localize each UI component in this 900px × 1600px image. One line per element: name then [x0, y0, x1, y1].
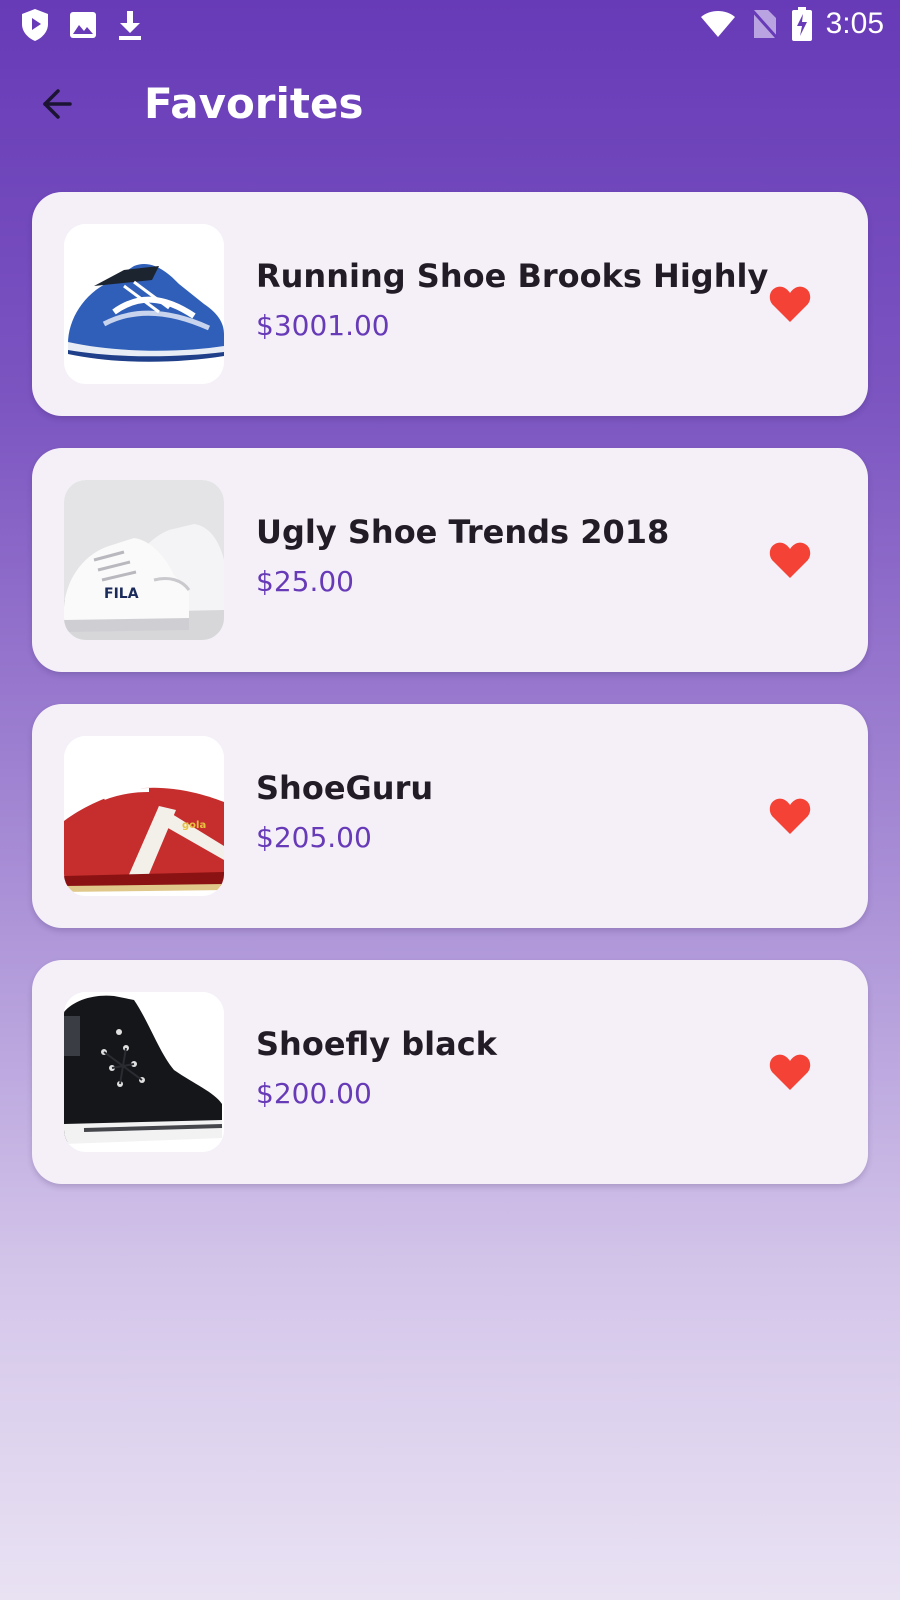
product-name: Running Shoe Brooks Highly: [256, 257, 769, 295]
heart-icon: [769, 541, 811, 579]
favorite-card[interactable]: gola ShoeGuru $205.00: [32, 704, 868, 928]
favorite-button[interactable]: [762, 532, 818, 588]
product-name: Ugly Shoe Trends 2018: [256, 513, 670, 551]
product-price: $205.00: [256, 821, 372, 854]
product-name: Shoefly black: [256, 1025, 497, 1063]
heart-icon: [769, 797, 811, 835]
download-icon: [116, 9, 144, 41]
product-name: ShoeGuru: [256, 769, 434, 807]
page-title: Favorites: [144, 79, 364, 128]
favorite-card[interactable]: Shoefly black $200.00: [32, 960, 868, 1184]
svg-text:gola: gola: [182, 820, 206, 831]
product-price: $25.00: [256, 565, 354, 598]
battery-charging-icon: [791, 7, 812, 41]
status-left-icons: [20, 8, 144, 42]
heart-icon: [769, 285, 811, 323]
status-right-icons: 3:05: [700, 6, 884, 42]
no-sim-icon: [750, 8, 778, 40]
favorite-button[interactable]: [762, 276, 818, 332]
product-price: $200.00: [256, 1077, 372, 1110]
wifi-icon: [700, 9, 736, 39]
shield-icon: [20, 8, 50, 42]
product-image: FILA: [64, 480, 224, 640]
arrow-back-icon: [38, 86, 74, 122]
status-bar: 3:05: [0, 0, 900, 52]
favorite-button[interactable]: [762, 788, 818, 844]
product-price: $3001.00: [256, 309, 390, 342]
heart-icon: [769, 1053, 811, 1091]
favorite-card[interactable]: FILA Ugly Shoe Trends 2018 $25.00: [32, 448, 868, 672]
favorite-card[interactable]: Running Shoe Brooks Highly $3001.00: [32, 192, 868, 416]
favorite-button[interactable]: [762, 1044, 818, 1100]
product-image: [64, 224, 224, 384]
status-time: 3:05: [825, 7, 884, 40]
back-button[interactable]: [28, 76, 84, 132]
svg-text:FILA: FILA: [104, 586, 139, 602]
favorites-list: Running Shoe Brooks Highly $3001.00 FILA: [32, 192, 868, 1216]
product-image: gola: [64, 736, 224, 896]
product-image: [64, 992, 224, 1152]
app-bar: Favorites: [0, 52, 900, 156]
image-icon: [68, 10, 98, 40]
